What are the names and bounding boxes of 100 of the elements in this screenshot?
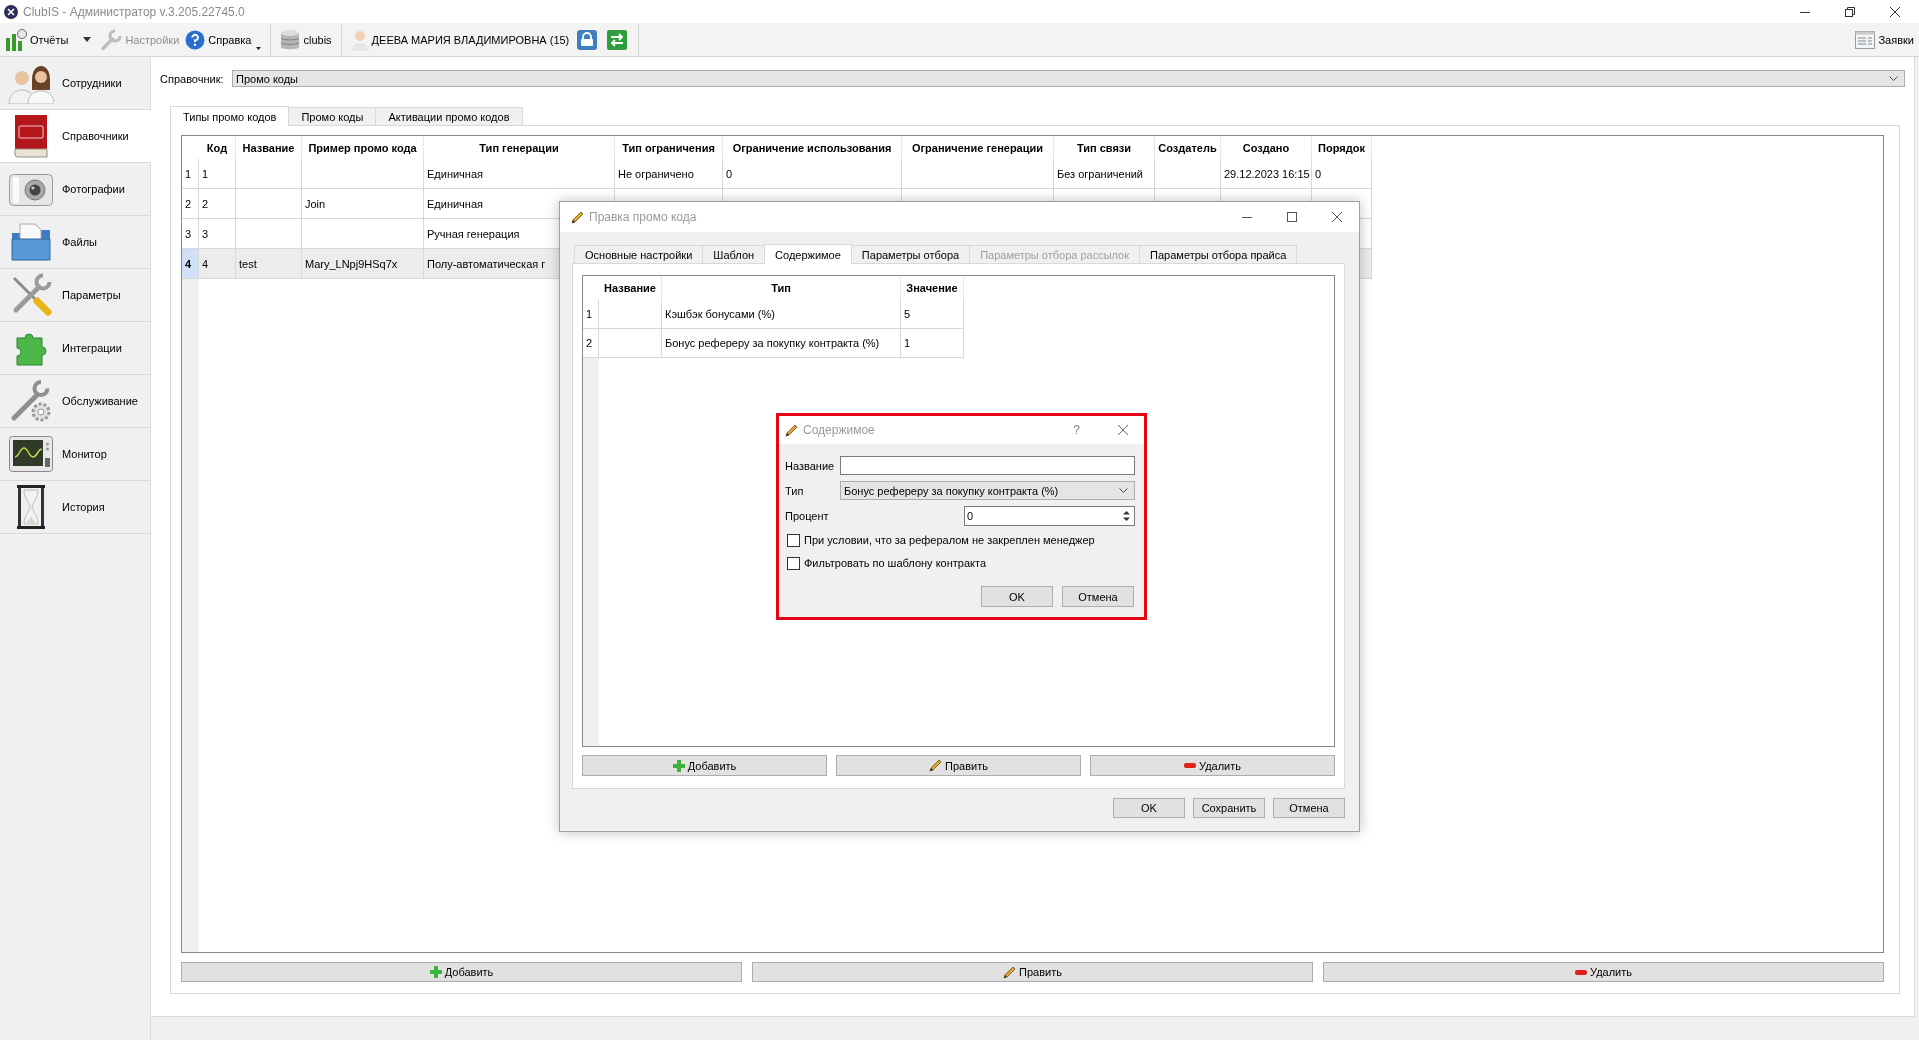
sidebar-item[interactable]: Обслуживание — [0, 375, 151, 428]
table-cell-text: 1 — [201, 166, 210, 182]
tab[interactable]: Содержимое — [764, 244, 852, 264]
checkbox-label: Фильтровать по шаблону контракта — [804, 557, 987, 569]
chevron-down-icon — [1889, 76, 1898, 81]
spin-arrows-icon[interactable] — [1122, 508, 1131, 523]
checkbox-label: При условии, что за рефералом не закреплен менеджер — [804, 534, 1095, 546]
table-cell-text: 0 — [725, 166, 734, 182]
save-button[interactable]: Сохранить — [1193, 798, 1265, 818]
table-cell-text: Без ограничений — [1056, 166, 1144, 182]
table-cell-text: test — [238, 256, 258, 272]
delete-button[interactable]: Удалить — [1323, 962, 1884, 982]
plus-icon — [429, 966, 442, 978]
checkbox[interactable] — [787, 533, 800, 547]
edit-button[interactable]: Править — [836, 755, 1081, 776]
table-row[interactable]: 1 Кэшбэк бонусами (%) 5 — [583, 300, 964, 329]
monitor-icon — [9, 436, 53, 472]
table-cell-text: Единичная — [426, 166, 484, 182]
pencil-icon — [785, 423, 798, 437]
checkbox[interactable] — [787, 556, 800, 570]
pencil-icon — [571, 210, 584, 224]
tab[interactable]: Промо коды — [288, 107, 377, 125]
sidebar-item[interactable]: Монитор — [0, 428, 151, 481]
edit-button[interactable]: Править — [752, 962, 1313, 982]
table-cell-text: 5 — [903, 307, 912, 322]
row-header[interactable]: 2 — [182, 189, 198, 218]
sidebar-item[interactable]: История — [0, 481, 151, 534]
dropdown[interactable]: Бонус рефереру за покупку контракта (%) — [840, 481, 1135, 500]
book-icon — [11, 114, 51, 158]
table-cell-text: Единичная — [426, 196, 484, 212]
text-field[interactable] — [840, 456, 1135, 475]
plus-icon — [672, 759, 685, 772]
add-button[interactable]: Добавить — [181, 962, 742, 982]
ok-button[interactable]: OK — [1113, 798, 1185, 818]
toolbar-button[interactable]: Отчёты — [2, 25, 72, 54]
table-cell-text: Mary_LNpj9HSq7x — [304, 256, 399, 272]
database-icon — [280, 28, 301, 51]
table-cell-text: Кэшбэк бонусами (%) — [664, 307, 776, 322]
table-row[interactable]: 1 1 Единичная Не ограничено 0 Без ограничений 29.12.2023 16:15 0 — [182, 159, 1372, 189]
sidebar-item[interactable]: Интеграции — [0, 322, 151, 375]
minus-icon — [1575, 969, 1587, 975]
spin-field[interactable]: 0 — [964, 505, 1135, 526]
tab[interactable]: Активации промо кодов — [375, 107, 523, 125]
cancel-button[interactable]: Отмена — [1062, 586, 1134, 607]
minus-icon — [1184, 763, 1196, 768]
ok-button[interactable]: OK — [981, 586, 1053, 607]
toolbar-button[interactable]: clubis — [277, 25, 335, 54]
caret-down-icon[interactable] — [83, 37, 92, 42]
table-cell-text: 4 — [201, 256, 210, 272]
field-label: Справочник: — [160, 72, 225, 85]
swap-arrows-icon[interactable] — [607, 29, 628, 50]
wrench-gear-icon — [9, 379, 53, 423]
table-cell-text: 1 — [903, 336, 912, 351]
maximize-icon[interactable] — [1287, 212, 1297, 222]
chevron-down-icon — [1119, 488, 1128, 493]
toolbar-button[interactable]: Справка — [182, 25, 265, 54]
app-logo-icon — [4, 4, 18, 19]
delete-button[interactable]: Удалить — [1090, 755, 1335, 776]
pencil-icon — [1003, 965, 1017, 979]
add-button[interactable]: Добавить — [582, 755, 827, 776]
row-header[interactable]: 3 — [182, 219, 198, 248]
person-icon — [350, 28, 369, 51]
table-cell-text: 29.12.2023 16:15 — [1223, 166, 1311, 182]
table-cell-text: Join — [304, 196, 327, 212]
toolbar-button[interactable]: Заявки — [1852, 25, 1917, 54]
camera-icon — [9, 172, 53, 206]
lock-icon[interactable] — [577, 29, 598, 50]
tab[interactable]: Параметры отбора прайса — [1139, 245, 1298, 263]
sidebar-item[interactable]: Параметры — [0, 269, 151, 322]
chart-icon — [5, 28, 27, 51]
table-cell-text: Полу-автоматическая г — [426, 256, 547, 272]
row-header[interactable]: 2 — [583, 329, 598, 357]
tab[interactable]: Параметры отбора — [850, 245, 971, 263]
table-cell-text: Не ограничено — [617, 166, 695, 182]
close-icon[interactable] — [1118, 425, 1128, 435]
sidebar-item[interactable]: Справочники — [0, 110, 151, 163]
tab[interactable]: Типы промо кодов — [170, 106, 290, 126]
table-cell-text: 0 — [1314, 166, 1323, 182]
dropdown[interactable]: Промо коды — [232, 70, 1905, 87]
cancel-button[interactable]: Отмена — [1273, 798, 1345, 818]
close-icon[interactable] — [1332, 212, 1342, 222]
wrench-icon — [100, 28, 123, 51]
restore-icon[interactable] — [1845, 6, 1855, 17]
row-header[interactable]: 1 — [182, 159, 198, 188]
field-label: Процент — [785, 509, 830, 522]
help-icon — [185, 29, 206, 50]
sidebar-item[interactable]: Файлы — [0, 216, 151, 269]
hourglass-icon — [16, 485, 46, 529]
tab[interactable]: Основные настройки — [574, 245, 704, 263]
table-cell-text: 3 — [201, 226, 210, 242]
help-button[interactable]: ? — [1071, 423, 1082, 437]
row-header[interactable]: 1 — [583, 300, 598, 328]
row-header[interactable]: 4 — [182, 249, 198, 278]
table-cell-text: 2 — [201, 196, 210, 212]
toolbar-button[interactable]: ДЕЕВА МАРИЯ ВЛАДИМИРОВНА (15) — [347, 25, 573, 54]
folder-icon — [11, 223, 51, 261]
sidebar-item[interactable]: Фотографии — [0, 163, 151, 216]
sidebar-item[interactable]: Сотрудники — [0, 57, 151, 110]
table-row[interactable]: 2 Бонус рефереру за покупку контракта (%) 1 — [583, 329, 964, 358]
close-icon[interactable] — [1890, 6, 1900, 17]
